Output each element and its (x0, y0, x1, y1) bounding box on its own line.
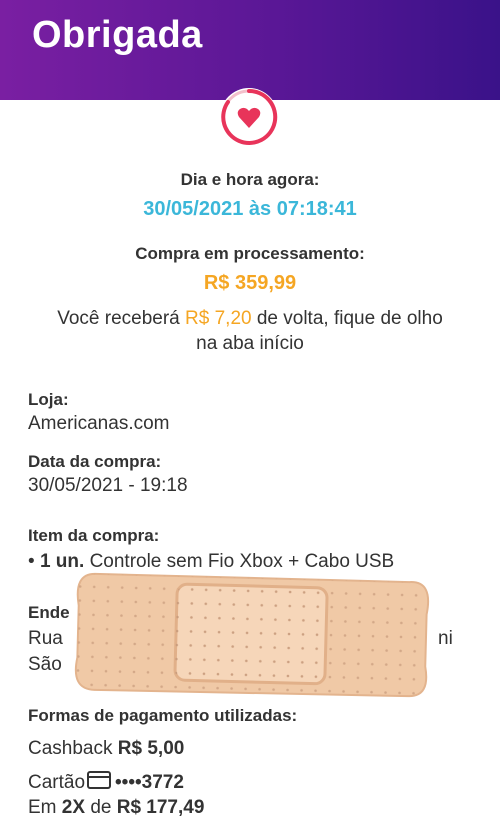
datetime-label: Dia e hora agora: (180, 170, 320, 189)
store-value: Americanas.com (28, 413, 170, 434)
cashback-message: Você receberá R$ 7,20 de volta, fique de… (0, 306, 500, 331)
installments-count: 2X (61, 797, 86, 818)
payment-cashback-row: Cashback R$ 5,00 (28, 738, 184, 760)
heart-badge (220, 88, 278, 146)
purchase-date-label: Data da compra: (28, 452, 162, 471)
store-label: Loja: (28, 390, 69, 409)
purchase-amount: R$ 359,99 (203, 272, 297, 294)
payment-installments-row: Em 2X de R$ 177,49 (28, 797, 204, 819)
bandage-privacy-mask (70, 565, 433, 704)
header-bar: Obrigada (0, 0, 500, 100)
address-line1-tail: ni (438, 628, 453, 649)
cashback-message-line2: na aba início (196, 333, 304, 354)
page-title: Obrigada (32, 14, 203, 56)
installments-prefix: Em (28, 797, 57, 818)
credit-card-icon (87, 771, 112, 789)
payment-card-row: Cartão ••••3772 (28, 771, 184, 794)
payment-cashback-label: Cashback (28, 738, 113, 759)
heart-icon (221, 88, 278, 145)
installments-mid: de (90, 797, 112, 818)
purchase-date-value: 30/05/2021 - 19:18 (28, 475, 188, 496)
cashback-amount: R$ 7,20 (185, 308, 252, 329)
item-label: Item da compra: (28, 526, 160, 545)
payment-label: Formas de pagamento utilizadas: (28, 706, 298, 725)
processing-label: Compra em processamento: (135, 244, 365, 263)
address-line2: São (28, 654, 62, 675)
payment-card-label: Cartão (28, 772, 86, 793)
address-line1: Rua (28, 628, 63, 649)
cashback-prefix: Você receberá (57, 308, 180, 329)
installments-value: R$ 177,49 (116, 797, 205, 818)
address-label: Ende (28, 603, 70, 622)
payment-cashback-value: R$ 5,00 (117, 738, 185, 759)
cashback-suffix: de volta, fique de olho (256, 308, 443, 329)
payment-card-number: ••••3772 (115, 772, 184, 793)
datetime-value: 30/05/2021 às 07:18:41 (143, 198, 357, 220)
